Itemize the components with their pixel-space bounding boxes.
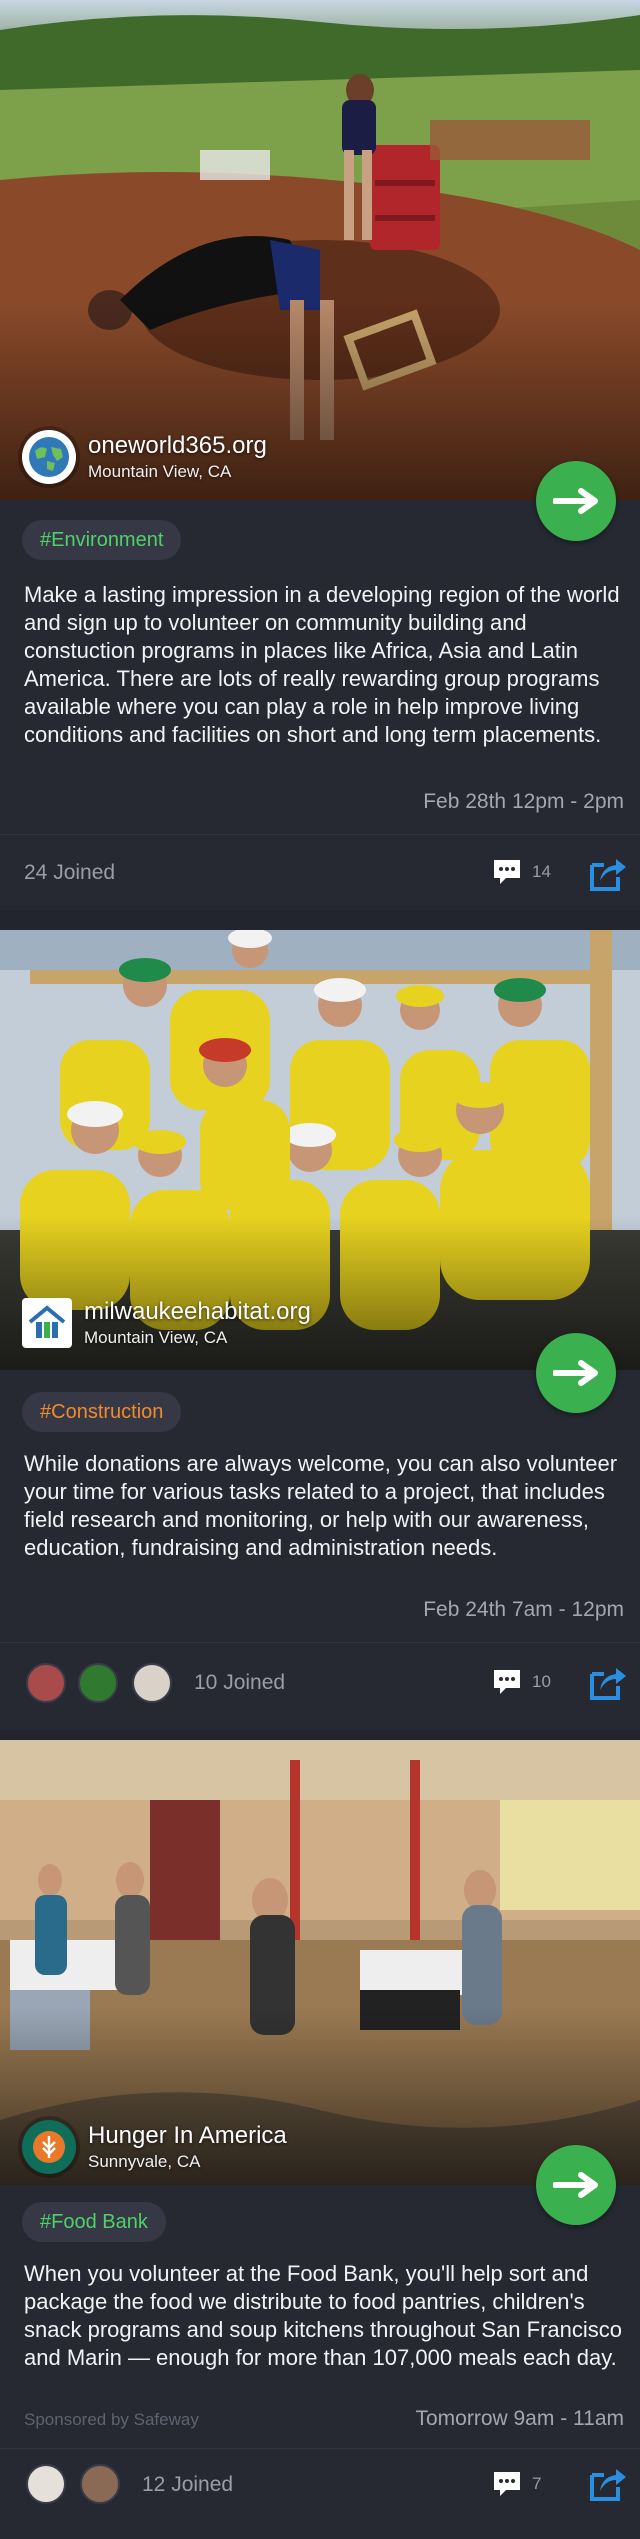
org-header[interactable]: oneworld365.org Mountain View, CA [22,430,267,484]
comment-count: 14 [532,862,551,881]
event-photo [0,1740,640,2185]
org-name[interactable]: milwaukeehabitat.org [84,1298,311,1326]
arrow-right-icon [553,488,598,514]
joined-count[interactable]: 12 Joined [142,2473,233,2497]
avatar[interactable] [132,1663,172,1703]
event-photo [0,0,640,500]
event-description: When you volunteer at the Food Bank, you… [24,2261,622,2370]
avatar[interactable] [26,2464,66,2504]
category-tag[interactable]: #Environment [22,520,182,560]
joined-count[interactable]: 10 Joined [194,1671,285,1695]
event-card: milwaukeehabitat.org Mountain View, CA #… [0,930,640,1730]
joined-count[interactable]: 24 Joined [24,861,115,885]
comment-count: 10 [532,1672,551,1691]
avatar[interactable] [26,1663,66,1703]
event-card: Hunger In America Sunnyvale, CA #Food Ba… [0,1740,640,2539]
arrow-right-icon [553,2172,598,2198]
share-icon [590,2469,626,2501]
food-bank-warehouse-photo [0,1740,640,2185]
share-icon [590,1668,626,1700]
share-icon [590,859,626,891]
org-logo [22,2120,76,2174]
org-header[interactable]: milwaukeehabitat.org Mountain View, CA [22,1298,311,1348]
comment-bubble-icon [494,2472,520,2496]
event-time: Tomorrow 9am - 11am [415,2407,624,2430]
wheat-badge-icon [24,2122,74,2172]
comments-button[interactable]: 10 [492,1667,551,1697]
org-location: Mountain View, CA [84,1328,228,1347]
divider [0,2448,640,2449]
sponsor-label: Sponsored by Safeway [24,2410,199,2429]
org-name[interactable]: oneworld365.org [88,432,267,460]
divider [0,1642,640,1643]
event-description: Make a lasting impression in a developin… [24,582,620,747]
view-event-button[interactable] [536,461,616,541]
comments-button[interactable]: 14 [492,857,551,887]
event-time: Feb 24th 7am - 12pm [423,1598,624,1621]
org-location: Sunnyvale, CA [88,2152,201,2171]
category-tag[interactable]: #Food Bank [22,2202,166,2242]
org-name[interactable]: Hunger In America [88,2122,287,2150]
globe-icon [29,437,69,477]
arrow-right-icon [553,1360,598,1386]
view-event-button[interactable] [536,1333,616,1413]
event-description: While donations are always welcome, you … [24,1451,618,1560]
comment-count: 7 [532,2474,542,2493]
avatar[interactable] [78,1663,118,1703]
org-logo [22,430,76,484]
habitat-house-icon [28,1305,66,1338]
volunteers-digging-photo [0,0,640,500]
comments-button[interactable]: 7 [492,2469,541,2499]
event-card: oneworld365.org Mountain View, CA #Envir… [0,0,640,910]
org-logo [22,1298,72,1348]
avatar[interactable] [80,2464,120,2504]
org-header[interactable]: Hunger In America Sunnyvale, CA [22,2120,287,2174]
divider [0,834,640,835]
comment-bubble-icon [494,860,520,884]
comment-bubble-icon [494,1670,520,1694]
org-location: Mountain View, CA [88,462,232,481]
category-tag[interactable]: #Construction [22,1392,182,1432]
event-time: Feb 28th 12pm - 2pm [423,790,624,813]
view-event-button[interactable] [536,2145,616,2225]
share-button[interactable] [588,853,628,893]
share-button[interactable] [588,1662,628,1702]
share-button[interactable] [588,2463,628,2503]
